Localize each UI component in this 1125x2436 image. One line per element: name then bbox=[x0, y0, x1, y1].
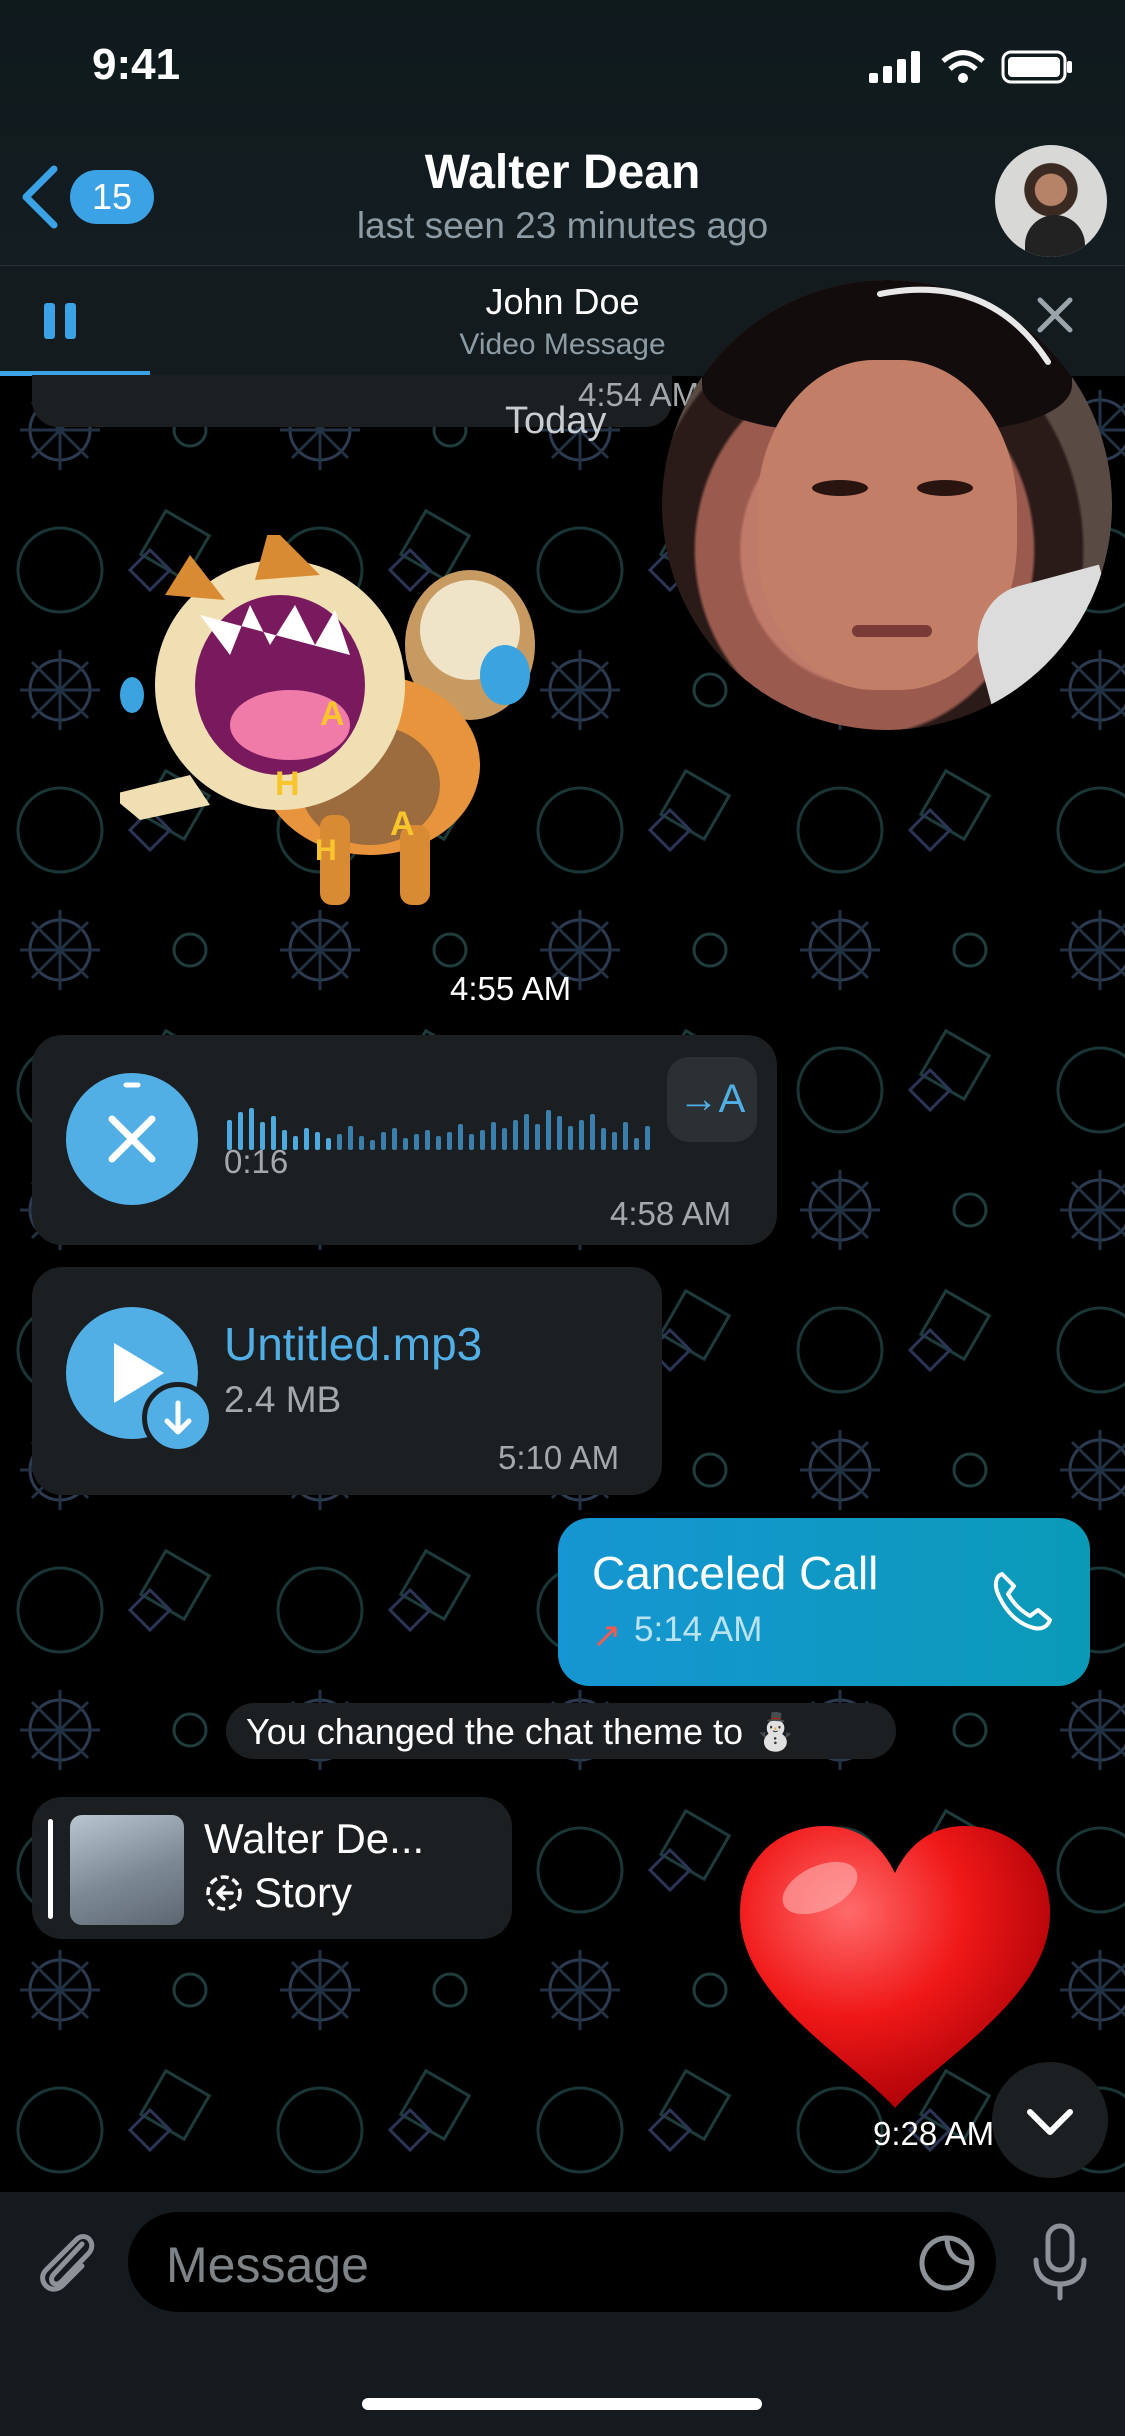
voice-cancel-button[interactable] bbox=[66, 1073, 198, 1205]
voice-time: 4:58 AM bbox=[610, 1195, 732, 1232]
close-icon bbox=[108, 1082, 156, 1163]
sticker-icon[interactable] bbox=[918, 2234, 976, 2292]
waveform-bar bbox=[315, 1132, 320, 1150]
story-icon bbox=[206, 1875, 242, 1911]
call-title: Canceled Call bbox=[592, 1547, 879, 1599]
waveform-bar bbox=[370, 1140, 375, 1150]
waveform-bar bbox=[491, 1122, 496, 1150]
svg-text:A: A bbox=[320, 695, 345, 733]
waveform-bar bbox=[326, 1138, 331, 1150]
waveform-bar bbox=[381, 1132, 386, 1150]
call-time: 5:14 AM bbox=[634, 1610, 763, 1649]
voice-duration: 0:16 bbox=[224, 1143, 289, 1180]
waveform-bar bbox=[337, 1134, 342, 1150]
reply-bar bbox=[48, 1819, 53, 1919]
waveform-bar bbox=[480, 1130, 485, 1150]
service-message-text: You changed the chat theme to ⛄ bbox=[246, 1711, 798, 1752]
transcribe-button[interactable]: →A bbox=[667, 1057, 757, 1142]
wifi-icon bbox=[941, 50, 985, 83]
voice-message-bubble[interactable]: 0:16 →A 4:58 AM bbox=[32, 1035, 777, 1245]
story-reply-bubble[interactable]: Walter De... Story bbox=[32, 1797, 512, 1939]
story-author: Walter De... bbox=[204, 1815, 425, 1862]
waveform-bar bbox=[414, 1134, 419, 1150]
file-message-bubble[interactable]: Untitled.mp3 2.4 MB 5:10 AM bbox=[32, 1267, 662, 1495]
waveform-bar bbox=[293, 1136, 298, 1150]
waveform-bar bbox=[623, 1122, 628, 1150]
waveform-bar bbox=[546, 1110, 551, 1150]
waveform-bar bbox=[348, 1126, 353, 1150]
signal-icon bbox=[869, 51, 920, 83]
home-indicator bbox=[362, 2398, 762, 2410]
svg-text:A: A bbox=[390, 805, 415, 843]
waveform-bar bbox=[502, 1128, 507, 1150]
chat-header: 9:41 15 Walter Dean last seen 23 minutes… bbox=[0, 0, 1125, 265]
waveform-bar bbox=[645, 1126, 650, 1150]
waveform-bar bbox=[557, 1116, 562, 1150]
file-size: 2.4 MB bbox=[224, 1379, 342, 1420]
scroll-down-button[interactable] bbox=[992, 2062, 1108, 2178]
waveform-bar bbox=[634, 1138, 639, 1150]
story-thumbnail bbox=[70, 1815, 184, 1925]
sticker-image[interactable]: A H A H bbox=[120, 535, 560, 925]
battery-icon bbox=[1001, 50, 1072, 84]
chevron-down-icon bbox=[1027, 2109, 1073, 2135]
service-message: You changed the chat theme to ⛄ bbox=[226, 1703, 896, 1759]
waveform-bar bbox=[436, 1136, 441, 1150]
waveform-bar bbox=[590, 1114, 595, 1150]
call-message-bubble[interactable]: Canceled Call ↗ 5:14 AM bbox=[558, 1518, 1090, 1686]
paperclip-icon[interactable] bbox=[30, 2222, 100, 2302]
waveform-bar bbox=[359, 1136, 364, 1150]
microphone-icon[interactable] bbox=[1030, 2222, 1090, 2302]
message-placeholder: Message bbox=[166, 2237, 369, 2293]
waveform-bar bbox=[425, 1130, 430, 1150]
heart-time: 9:28 AM bbox=[873, 2115, 995, 2152]
waveform-bar bbox=[513, 1120, 518, 1150]
message-input[interactable]: Message bbox=[128, 2212, 996, 2312]
waveform-bar bbox=[568, 1126, 573, 1150]
story-label: Story bbox=[204, 1869, 352, 1917]
download-icon bbox=[164, 1400, 192, 1435]
voice-waveform[interactable] bbox=[227, 1090, 667, 1170]
waveform-bar bbox=[458, 1124, 463, 1150]
chat-subtitle: last seen 23 minutes ago bbox=[356, 205, 769, 246]
status-icons bbox=[869, 50, 1075, 84]
waveform-bar bbox=[392, 1128, 397, 1150]
file-name: Untitled.mp3 bbox=[224, 1318, 483, 1370]
waveform-bar bbox=[535, 1124, 540, 1150]
chat-title[interactable]: Walter Dean bbox=[0, 145, 1125, 200]
phone-icon[interactable] bbox=[988, 1566, 1058, 1636]
sticker-time: 4:55 AM bbox=[450, 970, 572, 1007]
status-time: 9:41 bbox=[92, 40, 181, 89]
outgoing-call-arrow-icon: ↗ bbox=[592, 1616, 622, 1655]
waveform-bar bbox=[447, 1132, 452, 1150]
avatar[interactable] bbox=[995, 145, 1107, 257]
file-time: 5:10 AM bbox=[498, 1439, 620, 1476]
svg-text:H: H bbox=[275, 765, 300, 803]
waveform-bar bbox=[601, 1128, 606, 1150]
waveform-bar bbox=[403, 1138, 408, 1150]
waveform-bar bbox=[524, 1114, 529, 1150]
download-button[interactable] bbox=[142, 1382, 214, 1454]
story-label-text: Story bbox=[254, 1869, 353, 1916]
svg-text:H: H bbox=[315, 834, 337, 867]
waveform-bar bbox=[612, 1132, 617, 1150]
waveform-bar bbox=[579, 1120, 584, 1150]
close-icon[interactable] bbox=[1030, 290, 1080, 340]
date-separator: Today bbox=[505, 400, 607, 442]
waveform-bar bbox=[469, 1134, 474, 1150]
waveform-bar bbox=[304, 1128, 309, 1150]
